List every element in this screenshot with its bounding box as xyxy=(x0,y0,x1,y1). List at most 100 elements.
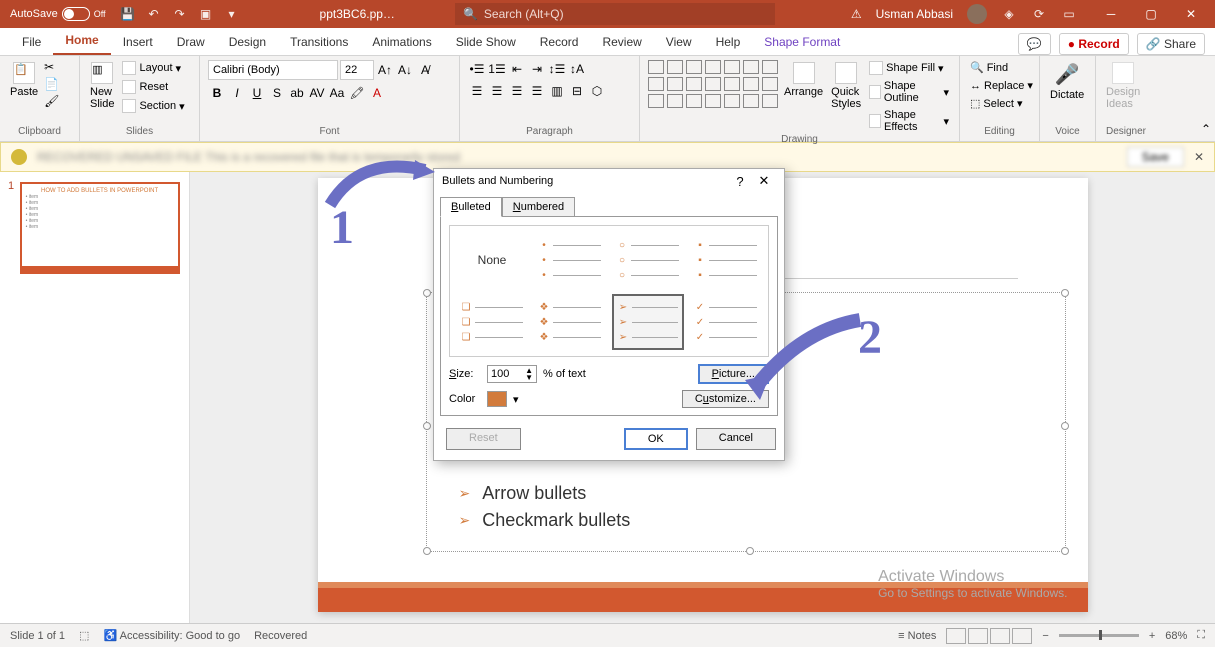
accessibility-status[interactable]: ♿ Accessibility: Good to go xyxy=(103,629,240,642)
align-left-icon[interactable]: ☰ xyxy=(468,82,486,100)
info-close-icon[interactable]: ✕ xyxy=(1194,150,1204,164)
design-ideas-button[interactable]: Design Ideas xyxy=(1104,60,1142,112)
tab-record[interactable]: Record xyxy=(528,29,591,55)
bold-icon[interactable]: B xyxy=(208,84,226,102)
numbered-tab[interactable]: Numbered xyxy=(502,197,575,217)
case-icon[interactable]: Aa xyxy=(328,84,346,102)
copy-icon[interactable]: 📄 xyxy=(44,77,59,91)
bullet-diamond[interactable]: ❖❖❖ xyxy=(534,294,606,350)
tab-help[interactable]: Help xyxy=(704,29,753,55)
justify-icon[interactable]: ☰ xyxy=(528,82,546,100)
color-picker[interactable] xyxy=(487,391,507,407)
diamond-icon[interactable]: ◈ xyxy=(1001,6,1017,22)
decrease-indent-icon[interactable]: ⇤ xyxy=(508,60,526,78)
normal-view-icon[interactable] xyxy=(946,628,966,644)
slide-thumbnail[interactable]: HOW TO ADD BULLETS IN POWERPOINT • item•… xyxy=(20,182,180,274)
notes-button[interactable]: ≡ Notes xyxy=(898,630,936,642)
dictate-button[interactable]: 🎤Dictate xyxy=(1048,60,1086,103)
bullet-arrow[interactable]: ➢➢➢ xyxy=(612,294,684,350)
tab-review[interactable]: Review xyxy=(590,29,653,55)
format-painter-icon[interactable]: 🖌 xyxy=(44,94,59,108)
spacing-icon[interactable]: AV xyxy=(308,84,326,102)
shadow-icon[interactable]: ab xyxy=(288,84,306,102)
close-button[interactable]: ✕ xyxy=(1171,0,1211,28)
slideshow-view-icon[interactable] xyxy=(1012,628,1032,644)
text-direction-icon[interactable]: ↕A xyxy=(568,60,586,78)
zoom-in-icon[interactable]: + xyxy=(1149,630,1155,642)
search-box[interactable]: 🔍 Search (Alt+Q) xyxy=(455,3,775,25)
arrange-button[interactable]: Arrange xyxy=(782,60,825,100)
shape-outline-button[interactable]: Shape Outline ▾ xyxy=(867,79,951,105)
minimize-button[interactable]: ─ xyxy=(1091,0,1131,28)
align-right-icon[interactable]: ☰ xyxy=(508,82,526,100)
undo-icon[interactable]: ↶ xyxy=(146,6,162,22)
font-family-select[interactable] xyxy=(208,60,338,80)
tab-transitions[interactable]: Transitions xyxy=(278,29,360,55)
username[interactable]: Usman Abbasi xyxy=(876,7,953,21)
fit-window-icon[interactable]: ⛶ xyxy=(1197,629,1205,642)
sync-icon[interactable]: ⟳ xyxy=(1031,6,1047,22)
reset-button[interactable]: Reset xyxy=(446,428,521,450)
strike-icon[interactable]: S xyxy=(268,84,286,102)
bullets-icon[interactable]: •☰ xyxy=(468,60,486,78)
save-icon[interactable]: 💾 xyxy=(120,6,136,22)
zoom-level[interactable]: 68% xyxy=(1165,630,1187,642)
font-size-select[interactable] xyxy=(340,60,374,80)
paste-button[interactable]: 📋 Paste xyxy=(8,60,40,100)
bullet-none[interactable]: None xyxy=(456,232,528,288)
share-button[interactable]: 🔗 Share xyxy=(1137,33,1205,55)
zoom-slider[interactable] xyxy=(1059,634,1139,637)
redo-icon[interactable]: ↷ xyxy=(172,6,188,22)
language-icon[interactable]: ⬚ xyxy=(79,629,89,642)
section-button[interactable]: Section ▾ xyxy=(120,98,186,114)
select-button[interactable]: ⬚Select ▾ xyxy=(968,96,1035,111)
sorter-view-icon[interactable] xyxy=(968,628,988,644)
layout-button[interactable]: Layout ▾ xyxy=(120,60,186,76)
increase-font-icon[interactable]: A↑ xyxy=(376,61,394,79)
bulleted-tab[interactable]: Bulleted xyxy=(440,197,502,217)
shapes-gallery[interactable] xyxy=(648,60,778,108)
bullet-hollow-square[interactable]: ❏❏❏ xyxy=(456,294,528,350)
ok-button[interactable]: OK xyxy=(624,428,688,450)
tab-home[interactable]: Home xyxy=(53,27,110,55)
window-icon[interactable]: ▭ xyxy=(1061,6,1077,22)
tab-draw[interactable]: Draw xyxy=(165,29,217,55)
highlight-icon[interactable]: 🖍 xyxy=(348,84,366,102)
new-slide-button[interactable]: ▥ New Slide xyxy=(88,60,116,112)
line-spacing-icon[interactable]: ↕☰ xyxy=(548,60,566,78)
bullet-dot-small[interactable]: ••• xyxy=(534,232,606,288)
align-text-icon[interactable]: ⊟ xyxy=(568,82,586,100)
tab-animations[interactable]: Animations xyxy=(360,29,443,55)
autosave-toggle[interactable]: AutoSave Off xyxy=(10,7,106,21)
increase-indent-icon[interactable]: ⇥ xyxy=(528,60,546,78)
tab-file[interactable]: File xyxy=(10,29,53,55)
shape-effects-button[interactable]: Shape Effects ▾ xyxy=(867,108,951,134)
avatar[interactable] xyxy=(967,4,987,24)
reset-button[interactable]: Reset xyxy=(120,79,186,95)
underline-icon[interactable]: U xyxy=(248,84,266,102)
size-spinner[interactable]: 100▲▼ xyxy=(487,365,537,383)
qat-dropdown-icon[interactable]: ▾ xyxy=(224,6,240,22)
tab-design[interactable]: Design xyxy=(217,29,278,55)
zoom-out-icon[interactable]: − xyxy=(1042,630,1048,642)
shape-fill-button[interactable]: Shape Fill ▾ xyxy=(867,60,951,76)
italic-icon[interactable]: I xyxy=(228,84,246,102)
slide-panel[interactable]: 1 HOW TO ADD BULLETS IN POWERPOINT • ite… xyxy=(0,172,190,623)
picture-button[interactable]: Picture... xyxy=(698,364,769,384)
align-center-icon[interactable]: ☰ xyxy=(488,82,506,100)
numbering-icon[interactable]: 1☰ xyxy=(488,60,506,78)
info-save-button[interactable]: Save xyxy=(1127,147,1184,167)
font-color-icon[interactable]: A xyxy=(368,84,386,102)
slideshow-icon[interactable]: ▣ xyxy=(198,6,214,22)
tab-slideshow[interactable]: Slide Show xyxy=(444,29,528,55)
clear-format-icon[interactable]: A̸ xyxy=(416,61,434,79)
find-button[interactable]: 🔍Find xyxy=(968,60,1035,75)
cancel-button[interactable]: Cancel xyxy=(696,428,776,450)
tab-shape-format[interactable]: Shape Format xyxy=(752,29,852,55)
customize-button[interactable]: Customize... xyxy=(682,390,769,408)
cut-icon[interactable]: ✂ xyxy=(44,60,59,74)
record-button[interactable]: ● Record xyxy=(1059,33,1129,55)
bullet-circle[interactable]: ○○○ xyxy=(612,232,684,288)
tab-insert[interactable]: Insert xyxy=(111,29,165,55)
reading-view-icon[interactable] xyxy=(990,628,1010,644)
